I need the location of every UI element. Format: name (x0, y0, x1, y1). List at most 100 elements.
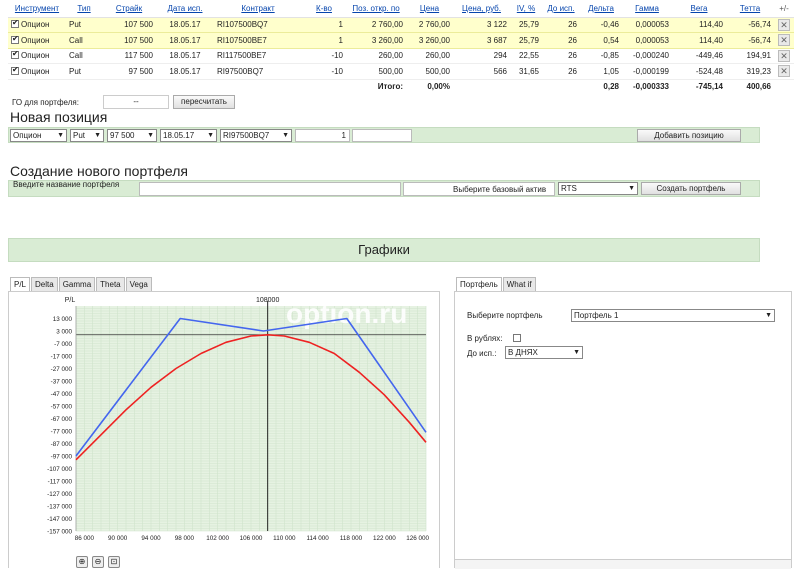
create-portfolio-title: Создание нового портфеля (10, 163, 188, 179)
y-tick-label: -127 000 (47, 491, 72, 498)
price-input[interactable] (352, 129, 412, 142)
zoom-controls: ⊕ ⊖ ⊡ (76, 556, 124, 568)
cell-contract: RI117500BE7 (214, 48, 302, 64)
cell-date: 18.05.17 (156, 48, 214, 64)
table-row: ОпционPut97 50018.05.17RI97500BQ7-10500,… (8, 63, 794, 80)
base-asset-select[interactable]: RTS ▼ (558, 182, 638, 195)
row-checkbox[interactable] (11, 49, 19, 60)
cell-qty: 1 (302, 32, 346, 49)
totals-label: Итого: (346, 79, 406, 93)
tab-delta[interactable]: Delta (31, 277, 58, 291)
col-header[interactable]: К-во (302, 0, 346, 18)
cell-delete: ✕ (774, 17, 794, 33)
y-tick-label: -87 000 (51, 441, 73, 448)
cell-price_rub: 3 687 (453, 32, 510, 49)
col-header[interactable]: Инструмент (8, 0, 66, 18)
totals-vega: -745,14 (672, 79, 726, 93)
cell-instrument[interactable]: Опцион (8, 48, 66, 64)
col-header: +/- (774, 0, 794, 18)
add-position-button[interactable]: Добавить позицию (637, 129, 741, 142)
quantity-input[interactable]: 1 (295, 129, 350, 142)
row-checkbox[interactable] (11, 18, 19, 29)
col-header[interactable]: IV, % (510, 0, 542, 18)
cell-instrument[interactable]: Опцион (8, 17, 66, 33)
zoom-reset-icon[interactable]: ⊡ (108, 556, 120, 568)
cell-type: Put (66, 63, 102, 80)
pl-chart[interactable]: option.ru108000P/L13 0003 000-7 000-17 0… (8, 291, 440, 568)
cell-delta: 0,54 (580, 32, 622, 49)
y-tick-label: -137 000 (47, 504, 72, 511)
cell-contract: RI97500BQ7 (214, 63, 302, 80)
x-tick-label: 102 000 (206, 535, 229, 542)
cell-days: 26 (542, 17, 580, 33)
cell-price: 3 260,00 (406, 32, 453, 49)
col-header[interactable]: Вега (672, 0, 726, 18)
col-header[interactable]: Тетта (726, 0, 774, 18)
date-select[interactable]: 18.05.17 ▼ (160, 129, 217, 142)
y-tick-label: 3 000 (56, 329, 72, 336)
cell-days: 26 (542, 48, 580, 64)
cell-instrument[interactable]: Опцион (8, 32, 66, 49)
portfolio-name-label: Введите название портфеля (13, 180, 120, 189)
tab-pl[interactable]: P/L (10, 277, 31, 291)
chevron-down-icon: ▼ (282, 132, 289, 139)
cell-gamma: 0,000053 (622, 32, 672, 49)
cell-open: 260,00 (346, 48, 406, 64)
cell-instrument[interactable]: Опцион (8, 63, 66, 80)
y-tick-label: -97 000 (51, 454, 73, 461)
col-header[interactable]: Цена (406, 0, 453, 18)
table-row: ОпционCall107 50018.05.17RI107500BE713 2… (8, 32, 794, 49)
col-header[interactable]: Дельта (580, 0, 622, 18)
y-tick-label: -157 000 (47, 529, 72, 536)
col-header[interactable]: Поз. откр. по (346, 0, 406, 18)
instrument-select[interactable]: Опцион ▼ (10, 129, 67, 142)
recalculate-button[interactable]: пересчитать (173, 95, 235, 109)
cell-date: 18.05.17 (156, 63, 214, 80)
row-checkbox[interactable] (11, 65, 19, 75)
col-header[interactable]: Тип (66, 0, 102, 18)
cell-delta: -0,85 (580, 48, 622, 64)
cell-qty: 1 (302, 17, 346, 33)
zoom-in-icon[interactable]: ⊕ (76, 556, 88, 568)
y-tick-label: -47 000 (51, 391, 73, 398)
cell-theta: 194,91 (726, 48, 774, 64)
delete-row-icon[interactable]: ✕ (778, 34, 790, 47)
delete-row-icon[interactable]: ✕ (778, 18, 790, 31)
tab-vega[interactable]: Vega (125, 277, 152, 291)
y-tick-label: -37 000 (51, 379, 73, 386)
cell-iv: 25,79 (510, 17, 542, 33)
contract-select[interactable]: RI97500BQ7 ▼ (220, 129, 292, 142)
col-header[interactable]: Страйк (102, 0, 156, 18)
strike-select[interactable]: 97 500 ▼ (107, 129, 157, 142)
chevron-down-icon: ▼ (147, 132, 154, 139)
chevron-down-icon: ▼ (628, 185, 635, 192)
zoom-out-icon[interactable]: ⊖ (92, 556, 104, 568)
portfolio-name-input[interactable] (139, 182, 401, 196)
new-position-title: Новая позиция (10, 109, 108, 125)
tab-theta[interactable]: Theta (96, 277, 125, 291)
create-portfolio-button[interactable]: Создать портфель (641, 182, 741, 195)
delete-row-icon[interactable]: ✕ (778, 65, 790, 78)
col-header[interactable]: Гамма (622, 0, 672, 18)
x-tick-label: 110 000 (273, 535, 296, 542)
tab-portfolio[interactable]: Портфель (456, 277, 502, 291)
row-checkbox[interactable] (11, 34, 19, 44)
delete-row-icon[interactable]: ✕ (778, 49, 790, 62)
tab-what-if[interactable]: What if (502, 277, 536, 291)
y-axis-label: P/L (65, 297, 76, 304)
cell-contract: RI107500BQ7 (214, 17, 302, 33)
chevron-down-icon: ▼ (207, 132, 214, 139)
portfolio-select[interactable]: Портфель 1 ▼ (571, 309, 775, 322)
y-tick-label: 13 000 (53, 316, 73, 323)
cell-price: 500,00 (406, 63, 453, 80)
cell-days: 26 (542, 63, 580, 80)
type-select[interactable]: Put ▼ (70, 129, 104, 142)
expiry-select[interactable]: В ДНЯХ ▼ (505, 346, 583, 359)
rubles-checkbox[interactable] (513, 334, 521, 342)
tab-gamma[interactable]: Gamma (58, 277, 96, 291)
col-header[interactable]: Контракт (214, 0, 302, 18)
current-price-label: 108000 (256, 297, 279, 304)
col-header[interactable]: Цена, руб. (453, 0, 510, 18)
col-header[interactable]: Дата исп. (156, 0, 214, 18)
col-header[interactable]: До исп. (542, 0, 580, 18)
